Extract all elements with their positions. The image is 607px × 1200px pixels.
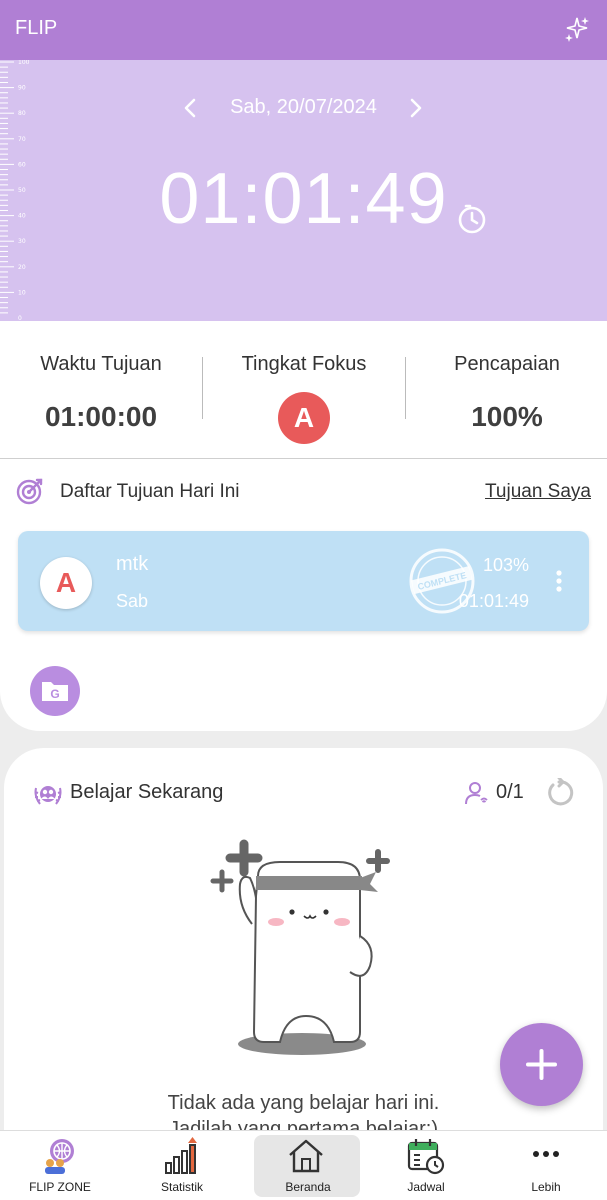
user-online-icon xyxy=(465,782,488,805)
nav-label: Beranda xyxy=(285,1180,331,1194)
nav-label: Lebih xyxy=(531,1180,561,1194)
laurel-group-icon xyxy=(34,786,62,805)
stat-label: Tingkat Fokus xyxy=(241,353,367,375)
studying-count: 0/1 xyxy=(496,781,524,803)
bar-chart-icon xyxy=(165,1137,197,1174)
refresh-icon[interactable] xyxy=(544,778,574,808)
ruler-label: 10 xyxy=(18,289,26,296)
nav-item-beranda[interactable]: Beranda xyxy=(244,1131,364,1200)
my-goals-link[interactable]: Tujuan Saya xyxy=(485,481,591,503)
history-clock-icon[interactable] xyxy=(456,203,488,235)
nav-label: FLIP ZONE xyxy=(29,1180,91,1194)
goal-item[interactable]: A mtk Sab COMPLETE 103% 01:01:49 xyxy=(18,531,589,631)
study-title: Belajar Sekarang xyxy=(70,781,224,803)
date-label[interactable]: Sab, 20/07/2024 xyxy=(0,96,607,119)
goal-time: 01:01:49 xyxy=(458,591,529,611)
globe-chat-icon xyxy=(45,1139,74,1174)
ruler-label: 70 xyxy=(18,136,26,143)
app-bar: FLIP xyxy=(0,0,607,60)
timer-panel: 100 90 80 70 60 50 40 30 20 10 0 Sab, 20/07/2024 0… xyxy=(0,60,607,321)
folder-icon: G xyxy=(42,682,68,701)
nav-item-statistik[interactable]: Statistik xyxy=(122,1131,242,1200)
nav-label: Statistik xyxy=(160,1180,203,1194)
sparkle-icon[interactable] xyxy=(563,16,591,44)
app-title: FLIP xyxy=(15,17,58,39)
stat-goal-time: Waktu Tujuan 01:00:00 xyxy=(0,321,202,459)
nav-item-jadwal[interactable]: Jadwal xyxy=(366,1131,486,1200)
ruler-label: 100 xyxy=(18,60,30,66)
add-button[interactable] xyxy=(500,1023,583,1106)
goals-card: Daftar Tujuan Hari Ini Tujuan Saya A mtk… xyxy=(0,459,607,731)
stat-value: 01:00:00 xyxy=(44,401,158,432)
stat-value: 100% xyxy=(471,401,543,432)
target-icon xyxy=(16,478,43,505)
elapsed-time: 01:01:49 xyxy=(159,159,448,239)
daily-stats: Waktu Tujuan 01:00:00 Tingkat Fokus A Pe… xyxy=(0,321,607,459)
mascot-illustration xyxy=(210,839,390,1055)
goal-grade-badge: A xyxy=(40,557,92,609)
goal-day: Sab xyxy=(116,591,149,611)
focus-grade-badge: A xyxy=(278,392,330,444)
ruler-label: 20 xyxy=(18,264,26,271)
more-icon xyxy=(533,1151,559,1157)
ruler-label: 90 xyxy=(18,85,26,92)
goals-title: Daftar Tujuan Hari Ini xyxy=(60,481,240,502)
nav-item-lebih[interactable]: Lebih xyxy=(486,1131,606,1200)
home-icon xyxy=(289,1139,323,1173)
goal-percent: 103% xyxy=(482,555,529,575)
more-vertical-icon[interactable] xyxy=(555,569,563,593)
nav-label: Jadwal xyxy=(407,1180,445,1194)
plus-icon xyxy=(526,1049,557,1080)
stat-label: Pencapaian xyxy=(454,353,560,375)
calendar-icon xyxy=(407,1139,445,1175)
stat-achievement: Pencapaian 100% xyxy=(406,321,607,459)
goal-group-button[interactable]: G xyxy=(30,666,80,716)
bottom-navigation: FLIP ZONE Statistik Beranda Jadwal Lebih xyxy=(0,1130,607,1200)
goal-name: mtk xyxy=(116,553,149,575)
chevron-right-icon[interactable] xyxy=(406,96,426,120)
stat-label: Waktu Tujuan xyxy=(40,353,162,375)
group-letter: G xyxy=(50,687,59,701)
nav-item-flip-zone[interactable]: FLIP ZONE xyxy=(0,1131,120,1200)
date-navigator: Sab, 20/07/2024 xyxy=(0,94,607,124)
